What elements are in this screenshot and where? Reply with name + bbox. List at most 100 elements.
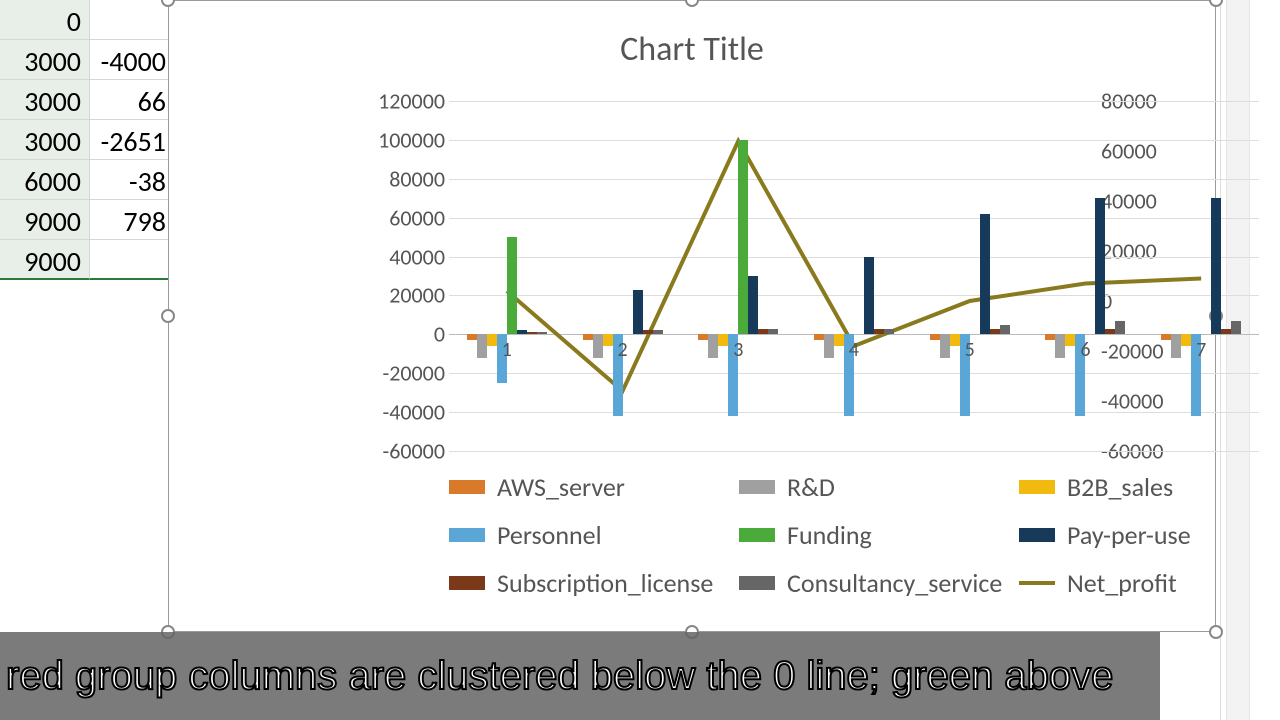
bar-Funding[interactable] (507, 237, 517, 334)
bar-R&D[interactable] (940, 334, 950, 357)
bar-Pay-per-use[interactable] (1095, 198, 1105, 334)
cell[interactable]: 9000 (0, 200, 90, 240)
bar-Subscription_license[interactable] (527, 332, 537, 334)
legend-swatch (1019, 581, 1055, 585)
bar-Pay-per-use[interactable] (748, 276, 758, 334)
bar-Consultancy_service[interactable] (1000, 325, 1010, 335)
bar-B2B_sales[interactable] (1181, 334, 1191, 346)
bar-Consultancy_service[interactable] (768, 329, 778, 335)
legend-swatch (449, 480, 485, 494)
legend-swatch (739, 528, 775, 542)
bar-B2B_sales[interactable] (718, 334, 728, 346)
cell[interactable]: 0 (0, 0, 90, 40)
legend-item-Personnel[interactable]: Personnel (449, 519, 739, 551)
cell[interactable]: 798 (90, 200, 175, 240)
category-label: 2 (617, 338, 627, 362)
legend-item-Pay-per-use[interactable]: Pay-per-use (1019, 519, 1249, 551)
category-label: 1 (502, 338, 512, 362)
cell[interactable]: 9000 (0, 240, 90, 280)
legend-label: Net_profit (1067, 567, 1177, 599)
bar-Subscription_license[interactable] (990, 329, 1000, 335)
bar-Pay-per-use[interactable] (517, 330, 527, 334)
bar-Pay-per-use[interactable] (980, 214, 990, 335)
left-axis-tick: 20000 (389, 282, 445, 309)
legend-item-AWS_server[interactable]: AWS_server (449, 471, 739, 503)
cell[interactable] (90, 240, 175, 280)
legend-item-Funding[interactable]: Funding (739, 519, 1019, 551)
left-axis-tick: 0 (434, 321, 445, 348)
bar-Subscription_license[interactable] (643, 330, 653, 334)
chart-title[interactable]: Chart Title (169, 1, 1215, 70)
legend[interactable]: AWS_server R&D B2B_sales Personnel Funding Pa… (449, 471, 1249, 599)
resize-handle-bottom-right[interactable] (1209, 625, 1223, 639)
caption-text: red group columns are clustered below th… (6, 654, 1113, 699)
bar-Consultancy_service[interactable] (1231, 321, 1241, 335)
bar-R&D[interactable] (824, 334, 834, 357)
legend-label: Consultancy_service (787, 567, 1002, 599)
legend-label: Subscription_license (497, 567, 713, 599)
bar-AWS_server[interactable] (814, 334, 824, 340)
bar-AWS_server[interactable] (467, 334, 477, 340)
legend-item-B2B_sales[interactable]: B2B_sales (1019, 471, 1249, 503)
resize-handle-mid-left[interactable] (161, 309, 175, 323)
bar-AWS_server[interactable] (1161, 334, 1171, 340)
bar-B2B_sales[interactable] (1065, 334, 1075, 346)
bar-Consultancy_service[interactable] (1115, 321, 1125, 335)
bar-Subscription_license[interactable] (874, 329, 884, 335)
legend-swatch (1019, 528, 1055, 542)
category-label: 6 (1080, 338, 1090, 362)
bar-AWS_server[interactable] (698, 334, 708, 340)
bar-B2B_sales[interactable] (487, 334, 497, 346)
bar-Funding[interactable] (738, 140, 748, 334)
cell[interactable]: 66 (90, 80, 175, 120)
category-label: 4 (849, 338, 859, 362)
category-label: 7 (1196, 338, 1206, 362)
cell[interactable]: 3000 (0, 120, 90, 160)
bar-Pay-per-use[interactable] (864, 257, 874, 335)
cell[interactable]: 3000 (0, 40, 90, 80)
cell[interactable]: 6000 (0, 160, 90, 200)
cell[interactable]: -38 (90, 160, 175, 200)
bar-Consultancy_service[interactable] (537, 332, 547, 334)
bar-AWS_server[interactable] (583, 334, 593, 340)
bar-Subscription_license[interactable] (758, 329, 768, 335)
bar-AWS_server[interactable] (930, 334, 940, 340)
category-label: 3 (733, 338, 743, 362)
visible-cells[interactable]: 03000-40003000663000-26516000-3890007989… (0, 0, 175, 280)
legend-swatch (449, 528, 485, 542)
bar-Consultancy_service[interactable] (653, 330, 663, 334)
legend-label: B2B_sales (1067, 471, 1173, 503)
cell[interactable] (90, 0, 175, 40)
legend-item-Consultancy_service[interactable]: Consultancy_service (739, 567, 1019, 599)
plot-area[interactable]: 1234567 (449, 101, 1259, 451)
bar-Consultancy_service[interactable] (884, 329, 894, 335)
legend-label: Funding (787, 519, 872, 551)
legend-item-Subscription_license[interactable]: Subscription_license (449, 567, 739, 599)
bar-R&D[interactable] (477, 334, 487, 357)
legend-item-R&D[interactable]: R&D (739, 471, 1019, 503)
legend-swatch (739, 576, 775, 590)
cell[interactable]: 3000 (0, 80, 90, 120)
cell[interactable]: -4000 (90, 40, 175, 80)
legend-item-Net_profit[interactable]: Net_profit (1019, 567, 1249, 599)
bar-B2B_sales[interactable] (603, 334, 613, 346)
legend-label: Pay-per-use (1067, 519, 1191, 551)
bar-Subscription_license[interactable] (1105, 329, 1115, 335)
bar-R&D[interactable] (593, 334, 603, 357)
bar-R&D[interactable] (1171, 334, 1181, 357)
bar-Pay-per-use[interactable] (1211, 198, 1221, 334)
bar-Subscription_license[interactable] (1221, 329, 1231, 335)
bar-R&D[interactable] (708, 334, 718, 357)
legend-label: Personnel (497, 519, 602, 551)
bar-Pay-per-use[interactable] (633, 290, 643, 335)
left-axis-tick: -60000 (383, 438, 446, 465)
bar-R&D[interactable] (1055, 334, 1065, 357)
bar-B2B_sales[interactable] (950, 334, 960, 346)
legend-label: R&D (787, 471, 835, 503)
cell[interactable]: -2651 (90, 120, 175, 160)
bar-AWS_server[interactable] (1045, 334, 1055, 340)
embedded-chart[interactable]: Chart Title 1200001000008000060000400002… (168, 0, 1216, 632)
video-caption-bar: red group columns are clustered below th… (0, 632, 1160, 720)
left-axis-tick: -20000 (383, 360, 446, 387)
bar-B2B_sales[interactable] (834, 334, 844, 346)
